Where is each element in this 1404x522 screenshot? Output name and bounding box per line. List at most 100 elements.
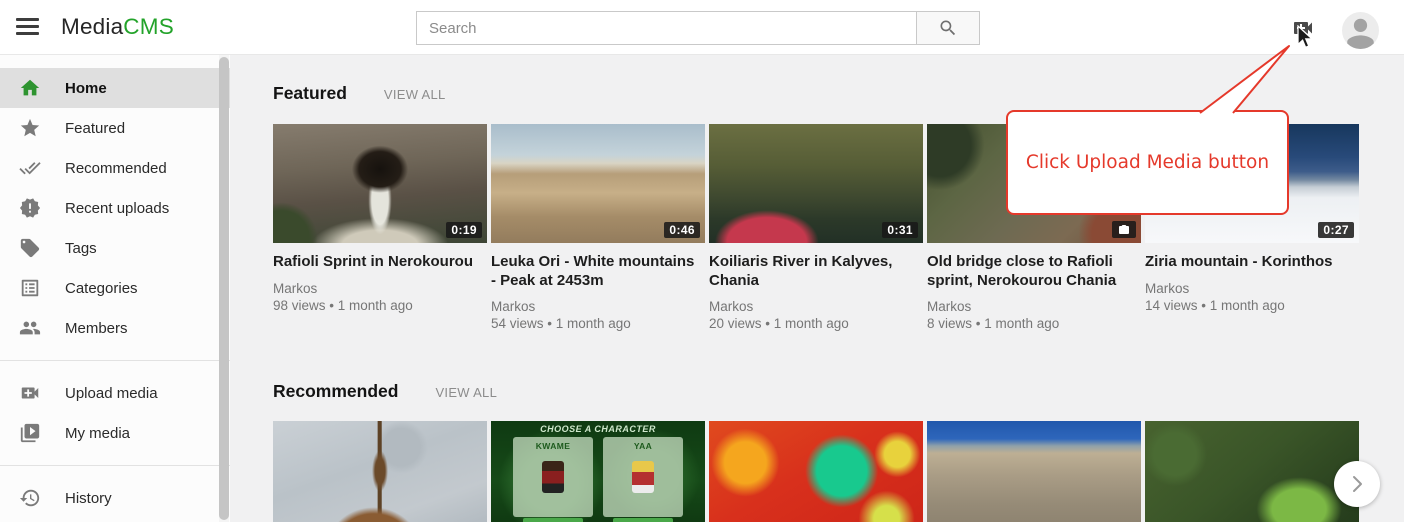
game-character-panel: KWAME	[513, 437, 593, 517]
image-media-badge	[1112, 221, 1136, 238]
sidebar-item-label: My media	[65, 425, 130, 442]
history-icon	[19, 487, 41, 509]
sidebar-item-featured[interactable]: Featured	[0, 108, 230, 148]
video-thumbnail[interactable]: 0:46	[491, 124, 705, 243]
duration-badge: 0:31	[882, 222, 918, 238]
search-input[interactable]	[416, 11, 917, 45]
video-thumbnail[interactable]	[709, 421, 923, 522]
media-title-link[interactable]: Ziria mountain - Korinthos	[1145, 253, 1351, 272]
media-meta: 20 views • 1 month ago	[709, 316, 923, 332]
media-meta: 14 views • 1 month ago	[1145, 298, 1359, 314]
scrollbar-thumb[interactable]	[219, 57, 229, 520]
section-title-featured: Featured	[273, 82, 347, 104]
video-thumbnail[interactable]	[927, 421, 1141, 522]
sidebar-divider	[0, 360, 230, 361]
duration-badge: 0:19	[446, 222, 482, 238]
user-avatar[interactable]	[1342, 12, 1379, 49]
tag-icon	[19, 237, 41, 259]
sidebar-item-label: Recent uploads	[65, 200, 169, 217]
game-character-name: YAA	[603, 441, 683, 451]
double-check-icon	[19, 157, 41, 179]
annotation-callout: Click Upload Media button	[1006, 110, 1289, 215]
game-character-sprite	[632, 461, 654, 493]
media-meta: 8 views • 1 month ago	[927, 316, 1141, 332]
sidebar-item-label: Tags	[65, 240, 97, 257]
game-title-text: CHOOSE A CHARACTER	[491, 424, 705, 434]
annotation-text: Click Upload Media button	[1026, 152, 1269, 173]
sidebar-item-history[interactable]: History	[0, 478, 230, 518]
sidebar-item-recent-uploads[interactable]: Recent uploads	[0, 188, 230, 228]
video-thumbnail[interactable]: CHOOSE A CHARACTER KWAME YAA Selected Se…	[491, 421, 705, 522]
recommended-section: Recommended VIEW ALL CHOOSE A CHARACTER …	[273, 380, 1404, 522]
new-releases-icon	[19, 197, 41, 219]
media-author-link[interactable]: Markos	[927, 299, 1141, 315]
game-character-panel: YAA	[603, 437, 683, 517]
carousel-next-button[interactable]	[1334, 461, 1380, 507]
duration-badge: 0:46	[664, 222, 700, 238]
sidebar-item-categories[interactable]: Categories	[0, 268, 230, 308]
game-character-name: KWAME	[513, 441, 593, 451]
search-button[interactable]	[917, 11, 980, 45]
media-author-link[interactable]: Markos	[1145, 281, 1359, 297]
featured-view-all-link[interactable]: VIEW ALL	[384, 87, 446, 102]
upload-media-icon	[19, 382, 41, 404]
sidebar-item-members[interactable]: Members	[0, 308, 230, 348]
media-author-link[interactable]: Markos	[491, 299, 705, 315]
sidebar-divider	[0, 465, 230, 466]
categories-icon	[19, 277, 41, 299]
recommended-view-all-link[interactable]: VIEW ALL	[435, 385, 497, 400]
media-author-link[interactable]: Markos	[273, 281, 487, 297]
sidebar-item-home[interactable]: Home	[0, 68, 230, 108]
sidebar-item-label: Recommended	[65, 160, 167, 177]
sidebar-item-label: Featured	[65, 120, 125, 137]
sidebar-item-tags[interactable]: Tags	[0, 228, 230, 268]
upload-media-icon	[1291, 16, 1315, 40]
video-thumbnail[interactable]	[1145, 421, 1359, 522]
logo-text-cms: CMS	[123, 14, 174, 39]
media-card: 0:19 Rafioli Sprint in Nerokourou Markos…	[273, 124, 487, 334]
game-select-button: Select	[613, 518, 673, 522]
person-icon	[1342, 12, 1379, 49]
sidebar-scrollbar[interactable]	[219, 55, 229, 522]
media-title-link[interactable]: Rafioli Sprint in Nerokourou	[273, 253, 479, 272]
home-icon	[19, 77, 41, 99]
sidebar-item-my-media[interactable]: My media	[0, 413, 230, 453]
sidebar-item-label: Categories	[65, 280, 138, 297]
media-title-link[interactable]: Leuka Ori - White mountains - Peak at 24…	[491, 253, 697, 290]
media-card: 0:46 Leuka Ori - White mountains - Peak …	[491, 124, 705, 334]
app-logo[interactable]: MediaCMS	[61, 14, 174, 40]
top-bar: MediaCMS	[0, 0, 1404, 55]
sidebar: Home Featured Recommended Recent uploads…	[0, 55, 230, 522]
game-selected-button: Selected	[523, 518, 583, 522]
video-thumbnail[interactable]: 0:31	[709, 124, 923, 243]
video-thumbnail[interactable]	[273, 421, 487, 522]
search-bar	[416, 11, 980, 45]
sidebar-item-recommended[interactable]: Recommended	[0, 148, 230, 188]
sidebar-item-upload-media[interactable]: Upload media	[0, 373, 230, 413]
media-meta: 54 views • 1 month ago	[491, 316, 705, 332]
game-character-sprite	[542, 461, 564, 493]
sidebar-item-label: Members	[65, 320, 128, 337]
media-card: 0:31 Koiliaris River in Kalyves, Chania …	[709, 124, 923, 334]
star-icon	[19, 117, 41, 139]
menu-icon[interactable]	[16, 18, 39, 36]
search-icon	[938, 18, 958, 38]
video-thumbnail[interactable]: 0:19	[273, 124, 487, 243]
people-icon	[19, 317, 41, 339]
sidebar-item-label: Home	[65, 80, 107, 97]
video-library-icon	[19, 422, 41, 444]
sidebar-item-label: History	[65, 490, 112, 507]
recommended-cards-row: CHOOSE A CHARACTER KWAME YAA Selected Se…	[273, 421, 1404, 522]
logo-text-media: Media	[61, 14, 123, 39]
section-title-recommended: Recommended	[273, 380, 398, 402]
media-title-link[interactable]: Old bridge close to Rafioli sprint, Nero…	[927, 253, 1133, 290]
camera-icon	[1118, 224, 1130, 236]
duration-badge: 0:27	[1318, 222, 1354, 238]
sidebar-item-label: Upload media	[65, 385, 158, 402]
media-author-link[interactable]: Markos	[709, 299, 923, 315]
media-title-link[interactable]: Koiliaris River in Kalyves, Chania	[709, 253, 915, 290]
media-meta: 98 views • 1 month ago	[273, 298, 487, 314]
upload-media-button[interactable]	[1291, 16, 1315, 40]
chevron-right-icon	[1345, 472, 1369, 496]
mediacms-app: MediaCMS Home Featured Recommended	[0, 0, 1404, 522]
